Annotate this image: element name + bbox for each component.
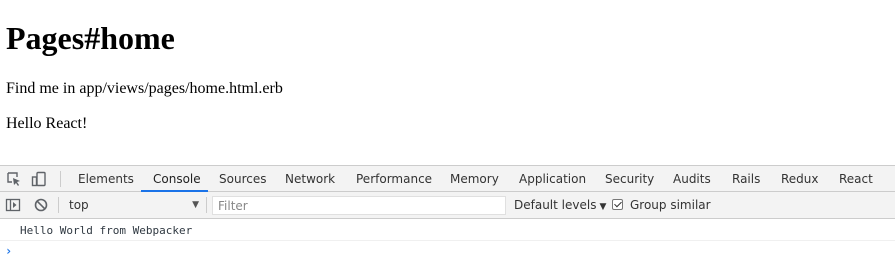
clear-console-icon[interactable]: [33, 197, 49, 213]
tab-react[interactable]: React: [839, 166, 873, 192]
console-prompt[interactable]: ›: [0, 241, 895, 261]
devtools-tab-bar: Elements Console Sources Network Perform…: [0, 165, 895, 192]
view-path-text: Find me in app/views/pages/home.html.erb: [6, 80, 283, 97]
tab-audits[interactable]: Audits: [673, 166, 711, 192]
tab-elements[interactable]: Elements: [78, 166, 134, 192]
console-output: Hello World from Webpacker ›: [0, 219, 895, 274]
dropdown-arrow-icon: ▼: [192, 200, 199, 210]
group-similar-checkbox[interactable]: [612, 199, 623, 210]
tab-application[interactable]: Application: [519, 166, 586, 192]
prompt-chevron-icon: ›: [5, 244, 13, 258]
device-toolbar-icon[interactable]: [31, 171, 47, 187]
tab-redux[interactable]: Redux: [781, 166, 819, 192]
context-selector-label: top: [69, 198, 89, 212]
group-similar-label[interactable]: Group similar: [630, 192, 711, 218]
devtools-panel: Elements Console Sources Network Perform…: [0, 165, 895, 274]
tab-console[interactable]: Console: [153, 166, 201, 192]
dropdown-arrow-icon: ▼: [599, 202, 607, 212]
tab-memory[interactable]: Memory: [450, 166, 499, 192]
console-toolbar: top ▼ Default levels▼ Group similar: [0, 192, 895, 219]
inspect-element-icon[interactable]: [6, 171, 22, 187]
log-levels-label: Default levels: [514, 198, 597, 212]
log-levels-dropdown[interactable]: Default levels ▼: [514, 192, 606, 218]
tab-security[interactable]: Security: [605, 166, 654, 192]
tab-bar-divider: [60, 171, 61, 187]
sidebar-toggle-icon[interactable]: [5, 197, 21, 213]
context-selector[interactable]: top ▼: [63, 195, 203, 215]
console-filter-input[interactable]: [212, 196, 506, 215]
console-message-text: Hello World from Webpacker: [20, 224, 193, 237]
tab-sources[interactable]: Sources: [219, 166, 266, 192]
console-message-row: Hello World from Webpacker: [0, 221, 895, 241]
tab-network[interactable]: Network: [285, 166, 335, 192]
tab-performance[interactable]: Performance: [356, 166, 432, 192]
tab-rails[interactable]: Rails: [732, 166, 760, 192]
react-greeting-text: Hello React!: [6, 115, 88, 132]
toolbar-divider: [58, 197, 59, 213]
toolbar-divider: [206, 197, 207, 213]
web-page: Pages#home Find me in app/views/pages/ho…: [0, 0, 895, 165]
page-title: Pages#home: [6, 20, 175, 56]
